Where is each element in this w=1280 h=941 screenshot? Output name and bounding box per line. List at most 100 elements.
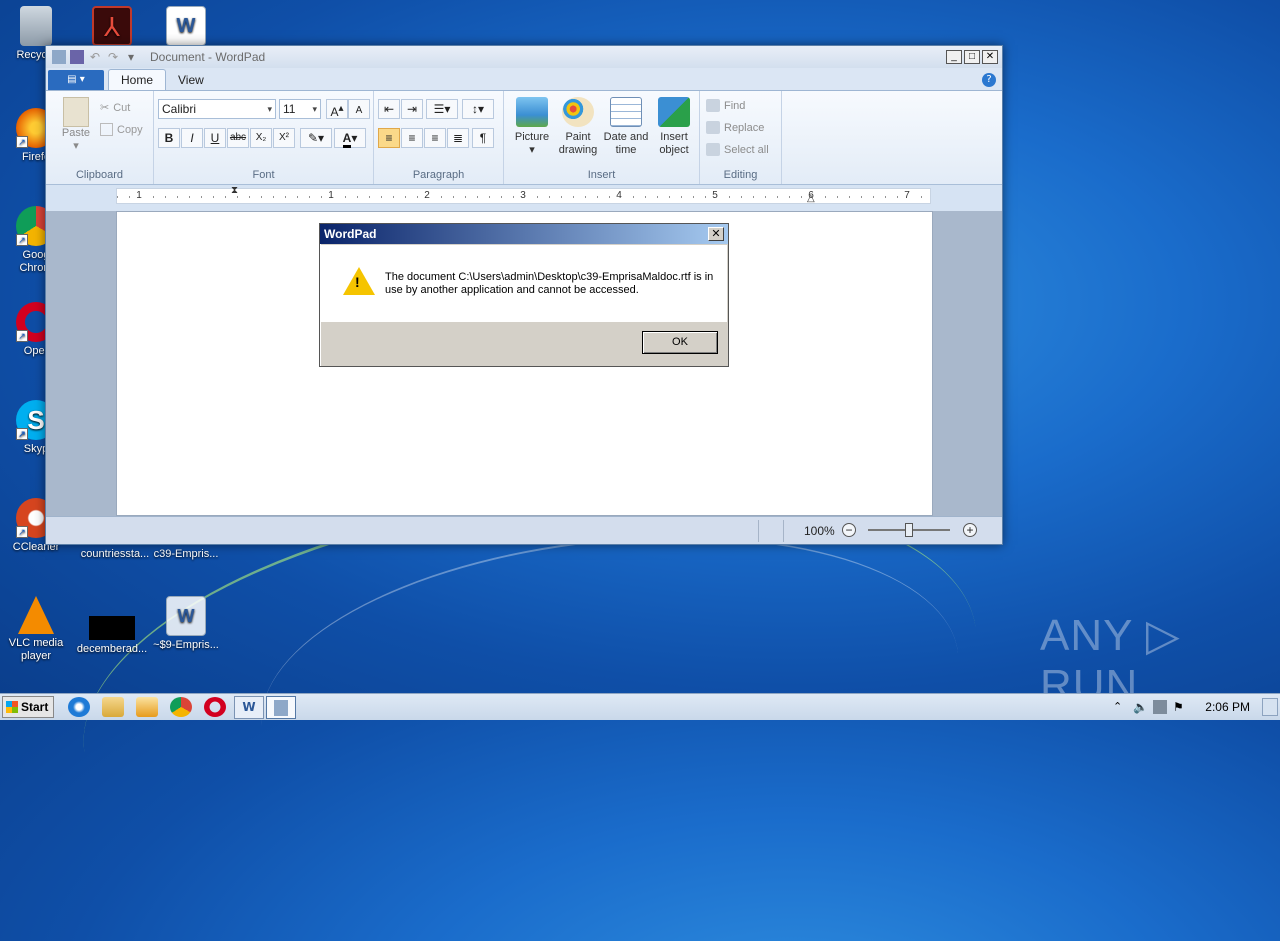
date-time-button[interactable]: Date and time	[602, 97, 650, 157]
desktop-icon-countries[interactable]: countriessta...	[76, 548, 154, 561]
app-menu-button[interactable]: ▤ ▾	[48, 70, 104, 90]
customize-qat-icon[interactable]: ▾	[124, 50, 138, 64]
clock[interactable]: 2:06 PM	[1205, 700, 1250, 714]
desktop-icon-label: countriessta...	[80, 548, 150, 560]
insert-group: Picture ▾ Paint drawing Date and time Ins…	[504, 91, 700, 184]
window-title: Document - WordPad	[150, 50, 266, 64]
ok-button[interactable]: OK	[642, 331, 718, 354]
insert-picture-button[interactable]: Picture ▾	[508, 97, 556, 157]
zoom-in-button[interactable]: +	[963, 523, 977, 537]
select-all-button[interactable]: Select all	[706, 143, 769, 156]
start-button[interactable]: Start	[2, 696, 54, 718]
desktop-icon-acrobat[interactable]: ⅄	[76, 6, 148, 49]
binoculars-icon	[706, 99, 720, 112]
zoom-out-button[interactable]: −	[842, 523, 856, 537]
zoom-slider[interactable]	[868, 523, 950, 537]
justify-button[interactable]: ≣	[447, 128, 469, 148]
right-indent-marker[interactable]: △	[807, 193, 815, 204]
italic-button[interactable]: I	[181, 128, 203, 148]
tab-home[interactable]: Home	[108, 69, 167, 90]
bullets-button[interactable]: ☰▾	[426, 99, 458, 119]
align-left-button[interactable]: ≡	[378, 128, 400, 148]
object-icon	[658, 97, 690, 127]
internet-explorer-icon[interactable]	[68, 697, 90, 717]
paint-label-line2: drawing	[558, 144, 598, 156]
ruler[interactable]: 1 1 2 3 4 5 6 7 ⧗ △	[116, 185, 931, 204]
paragraph-group-label: Paragraph	[412, 169, 465, 181]
show-hidden-icons[interactable]: ⌃	[1113, 700, 1127, 714]
show-desktop-button[interactable]	[1262, 698, 1278, 716]
subscript-button[interactable]: X₂	[250, 128, 272, 148]
replace-label: Replace	[724, 121, 765, 134]
paste-button[interactable]: Paste ▾	[58, 97, 94, 152]
highlight-button[interactable]: ✎▾	[300, 128, 332, 148]
help-icon[interactable]: ?	[982, 73, 996, 87]
minimize-button[interactable]: _	[946, 50, 962, 64]
paste-icon	[63, 97, 89, 127]
taskbar-word-button[interactable]: W	[234, 696, 264, 719]
copy-button[interactable]: Copy	[100, 123, 143, 136]
replace-button[interactable]: Replace	[706, 121, 764, 134]
font-size-select[interactable]: 11	[279, 99, 321, 119]
undo-icon[interactable]: ↶	[88, 50, 102, 64]
paragraph-group: ⇤ ⇥ ☰▾ ↕▾ ≡ ≡ ≡ ≣ ¶ Paragraph	[374, 91, 504, 184]
status-bar: 100% − +	[46, 516, 1002, 544]
clipboard-group-label: Clipboard	[75, 169, 124, 181]
find-button[interactable]: Find	[706, 99, 745, 112]
ruler-number: 1	[328, 190, 334, 201]
network-icon[interactable]	[1153, 700, 1167, 714]
vlc-icon	[18, 596, 54, 634]
paste-label: Paste	[61, 127, 91, 139]
black-file-icon	[89, 616, 135, 640]
desktop-icon-c39-doc[interactable]: c39-Empris...	[150, 548, 222, 561]
file-explorer-icon[interactable]	[102, 697, 124, 717]
font-family-select[interactable]: Calibri	[158, 99, 276, 119]
save-icon[interactable]	[70, 50, 84, 64]
paragraph-settings-button[interactable]: ¶	[472, 128, 494, 148]
shrink-font-button[interactable]: A	[348, 99, 370, 119]
acrobat-icon: ⅄	[92, 6, 132, 46]
tab-view[interactable]: View	[166, 70, 216, 90]
decrease-indent-button[interactable]: ⇤	[378, 99, 400, 119]
cut-button[interactable]: ✂ Cut	[100, 101, 130, 115]
object-label-line1: Insert	[660, 131, 688, 143]
picture-label: Picture	[514, 131, 550, 143]
strikethrough-button[interactable]: abc	[227, 128, 249, 148]
close-button[interactable]: ✕	[982, 50, 998, 64]
desktop-icon-vlc[interactable]: VLC media player	[0, 596, 72, 663]
volume-icon[interactable]: 🔈	[1133, 700, 1148, 714]
maximize-button[interactable]: □	[964, 50, 980, 64]
app-icon	[52, 50, 66, 64]
taskbar-wordpad-button[interactable]	[266, 696, 296, 719]
action-center-flag-icon[interactable]: ⚑	[1173, 700, 1187, 714]
desktop-icon-temp-doc[interactable]: W ~$9-Empris...	[150, 596, 222, 652]
line-spacing-button[interactable]: ↕▾	[462, 99, 494, 119]
superscript-button[interactable]: X²	[273, 128, 295, 148]
replace-icon	[706, 121, 720, 134]
bold-button[interactable]: B	[158, 128, 180, 148]
desktop-icon-word[interactable]: W	[150, 6, 222, 49]
desktop-icon-decemberad[interactable]: decemberad...	[76, 604, 148, 656]
insert-object-button[interactable]: Insert object	[650, 97, 698, 157]
opera-icon[interactable]	[204, 697, 226, 717]
underline-button[interactable]: U	[204, 128, 226, 148]
paint-drawing-button[interactable]: Paint drawing	[554, 97, 602, 157]
increase-indent-button[interactable]: ⇥	[401, 99, 423, 119]
align-right-button[interactable]: ≡	[424, 128, 446, 148]
redo-icon[interactable]: ↷	[106, 50, 120, 64]
media-player-icon[interactable]	[136, 697, 158, 717]
dialog-close-button[interactable]: ✕	[708, 227, 724, 241]
word-icon: W	[242, 700, 256, 714]
date-label-line1: Date and	[603, 131, 649, 143]
desktop-icon-label: ~$9-Empris...	[153, 639, 219, 651]
font-color-button[interactable]: A▾	[334, 128, 366, 148]
recycle-bin-icon	[20, 6, 52, 46]
zoom-slider-thumb[interactable]	[905, 523, 913, 537]
palette-icon	[562, 97, 594, 127]
grow-font-button[interactable]: A▴	[326, 99, 348, 119]
system-tray: ⌃ 🔈 ⚑ 2:06 PM	[1105, 694, 1280, 721]
align-center-button[interactable]: ≡	[401, 128, 423, 148]
wordpad-icon	[274, 700, 288, 716]
chrome-icon[interactable]	[170, 697, 192, 717]
left-indent-marker[interactable]: ⧗	[231, 185, 238, 196]
